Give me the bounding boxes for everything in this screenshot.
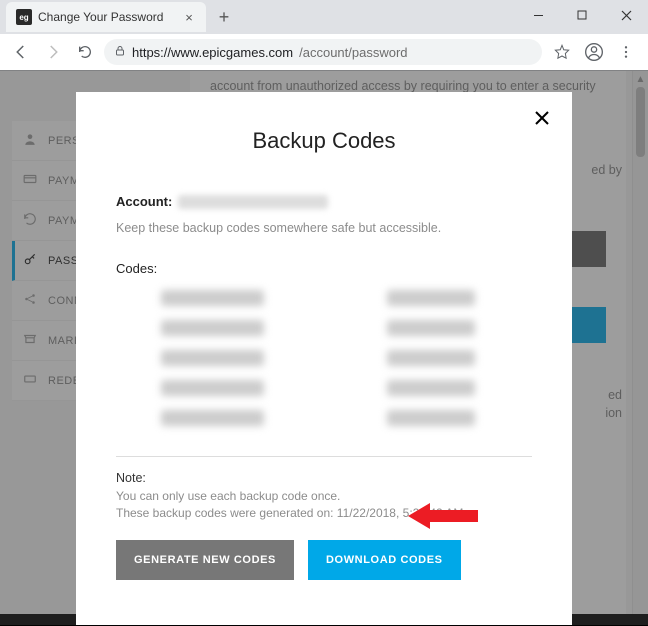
modal-actions: GENERATE NEW CODES DOWNLOAD CODES: [116, 540, 532, 580]
new-tab-button[interactable]: +: [210, 3, 238, 31]
lock-icon: [114, 45, 126, 60]
url-host: https://www.epicgames.com: [132, 45, 293, 60]
divider: [116, 456, 532, 457]
account-value-redacted: [178, 195, 328, 209]
backup-codes-list: [116, 290, 532, 440]
tab-bar: eg Change Your Password × +: [0, 0, 648, 34]
codes-label: Codes:: [116, 261, 532, 276]
address-bar: https://www.epicgames.com/account/passwo…: [0, 34, 648, 70]
backup-code-redacted: [161, 380, 265, 396]
browser-chrome: eg Change Your Password × +: [0, 0, 648, 71]
backup-code-redacted: [161, 350, 265, 366]
backup-code-redacted: [161, 410, 265, 426]
back-button[interactable]: [8, 39, 34, 65]
backup-code-redacted: [387, 350, 476, 366]
backup-code-redacted: [161, 290, 265, 306]
backup-code-redacted: [387, 410, 476, 426]
note-label: Note:: [116, 471, 532, 485]
star-icon[interactable]: [548, 38, 576, 66]
keep-safe-text: Keep these backup codes somewhere safe b…: [116, 221, 532, 235]
window-close-button[interactable]: [604, 0, 648, 30]
modal-overlay[interactable]: Backup Codes Account: Keep these backup …: [0, 70, 648, 625]
backup-code-redacted: [161, 320, 265, 336]
reload-button[interactable]: [72, 39, 98, 65]
modal-title: Backup Codes: [116, 128, 532, 154]
tab-favicon: eg: [16, 9, 32, 25]
browser-tab[interactable]: eg Change Your Password ×: [6, 2, 206, 32]
download-codes-button[interactable]: DOWNLOAD CODES: [308, 540, 461, 580]
url-path: /account/password: [299, 45, 407, 60]
tab-title: Change Your Password: [38, 10, 176, 24]
url-input[interactable]: https://www.epicgames.com/account/passwo…: [104, 39, 542, 65]
account-label: Account:: [116, 194, 172, 209]
generate-codes-button[interactable]: GENERATE NEW CODES: [116, 540, 294, 580]
close-tab-icon[interactable]: ×: [182, 10, 196, 24]
note-line2: These backup codes were generated on: 11…: [116, 506, 463, 520]
window-controls: [516, 0, 648, 30]
forward-button[interactable]: [40, 39, 66, 65]
profile-icon[interactable]: [580, 38, 608, 66]
backup-code-redacted: [387, 290, 476, 306]
backup-codes-modal: Backup Codes Account: Keep these backup …: [76, 92, 572, 625]
note-line1: You can only use each backup code once.: [116, 489, 340, 503]
backup-code-redacted: [387, 320, 476, 336]
close-button[interactable]: [530, 106, 554, 130]
window-maximize-button[interactable]: [560, 0, 604, 30]
note-text: You can only use each backup code once. …: [116, 488, 532, 522]
menu-icon[interactable]: [612, 38, 640, 66]
backup-code-redacted: [387, 380, 476, 396]
window-minimize-button[interactable]: [516, 0, 560, 30]
